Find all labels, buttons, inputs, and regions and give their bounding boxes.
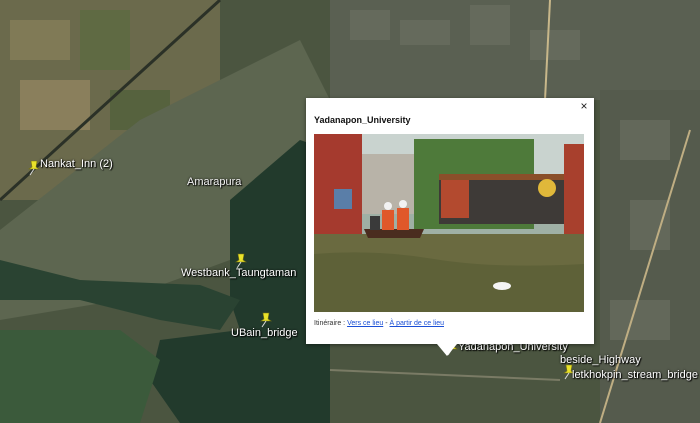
directions-from-here-link[interactable]: À partir de ce lieu [390,320,444,327]
directions-separator: - [385,320,388,327]
flooded-gate-photo [314,134,584,312]
place-label: Westbank_Taungtaman [181,267,297,279]
directions-label: Itinéraire : [314,320,346,327]
place-label: Nankat_Inn (2) [40,158,113,170]
place-label: UBain_bridge [231,327,298,339]
close-icon[interactable]: × [577,99,591,113]
place-label: letkhokpin_stream_bridge [572,369,698,381]
info-window-title: Yadanapon_University [314,115,411,125]
town-label: Amarapura [187,176,242,188]
directions-to-here-link[interactable]: Vers ce lieu [347,320,383,327]
info-window: × Yadanapon_University Itinéraire : Vers… [306,98,594,344]
pushpin-icon[interactable] [27,160,41,176]
pushpin-icon[interactable] [259,312,273,328]
directions-bar: Itinéraire : Vers ce lieu - À partir de … [314,320,444,327]
info-window-pointer [437,344,457,356]
